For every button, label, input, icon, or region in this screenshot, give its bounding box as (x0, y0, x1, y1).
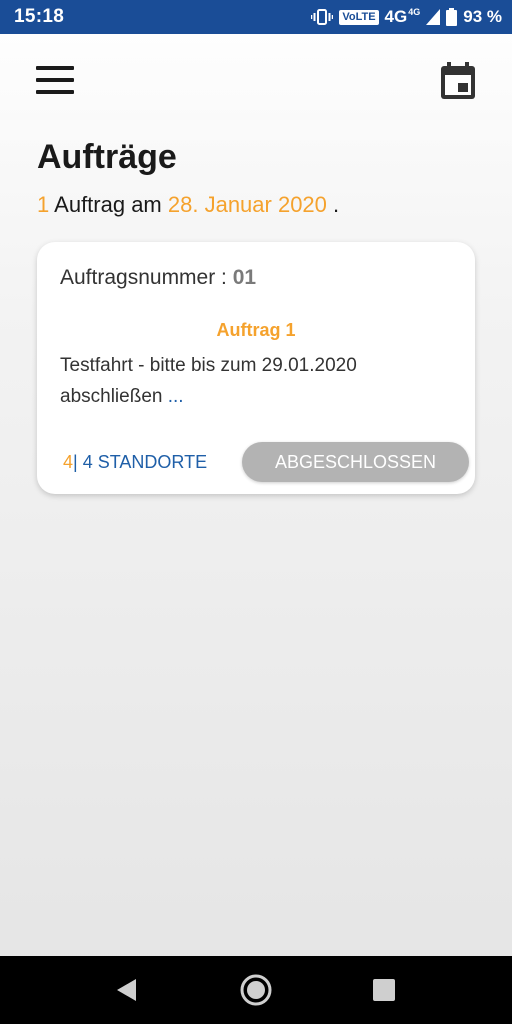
volte-badge: VoLTE (339, 9, 379, 25)
battery-percentage: 93 % (463, 7, 502, 26)
calendar-icon[interactable] (438, 61, 478, 101)
order-card[interactable]: Auftragsnummer : 01 Auftrag 1 Testfahrt … (37, 242, 475, 494)
more-link[interactable]: ... (168, 386, 184, 407)
menu-line (36, 66, 74, 70)
back-triangle-icon[interactable] (110, 973, 144, 1007)
vibrate-icon (311, 8, 334, 26)
summary-count: 1 (37, 192, 50, 217)
status-bar: 15:18 VoLTE 4G4G 93 % (0, 0, 512, 34)
status-indicators: VoLTE 4G4G 93 % (311, 7, 502, 27)
order-title: Auftrag 1 (216, 320, 296, 340)
menu-line (36, 90, 74, 94)
order-number-row: Auftragsnummer : 01 (60, 266, 256, 290)
summary-date: 28. Januar 2020 (167, 192, 327, 217)
recents-square-icon[interactable] (367, 973, 401, 1007)
completed-button[interactable]: ABGESCHLOSSEN (242, 442, 469, 482)
locations-info[interactable]: 4| 4 STANDORTE (63, 452, 207, 473)
status-time: 15:18 (14, 6, 65, 27)
order-number-value: 01 (232, 266, 257, 289)
locations-done-count: 4 (63, 452, 74, 472)
page-title: Aufträge (37, 138, 177, 176)
summary-text: Auftrag am (54, 192, 162, 217)
network-type-superscript: 4G (408, 7, 421, 18)
menu-line (36, 78, 74, 82)
network-type-label: 4G (384, 7, 408, 26)
order-summary: 1 Auftrag am 28. Januar 2020 . (37, 192, 339, 218)
locations-separator: | (73, 452, 78, 472)
order-description: Testfahrt - bitte bis zum 29.01.2020 abs… (60, 350, 460, 412)
navigation-bar (0, 956, 512, 1024)
network-type: 4G4G (385, 7, 421, 27)
order-number-label: Auftragsnummer : (60, 266, 227, 289)
summary-end: . (333, 192, 340, 217)
signal-icon (426, 9, 441, 25)
order-description-text: Testfahrt - bitte bis zum 29.01.2020 abs… (60, 355, 357, 407)
locations-link[interactable]: 4 STANDORTE (83, 452, 207, 472)
home-circle-icon[interactable] (239, 973, 273, 1007)
hamburger-menu-icon[interactable] (36, 66, 74, 94)
battery-icon (446, 8, 458, 26)
